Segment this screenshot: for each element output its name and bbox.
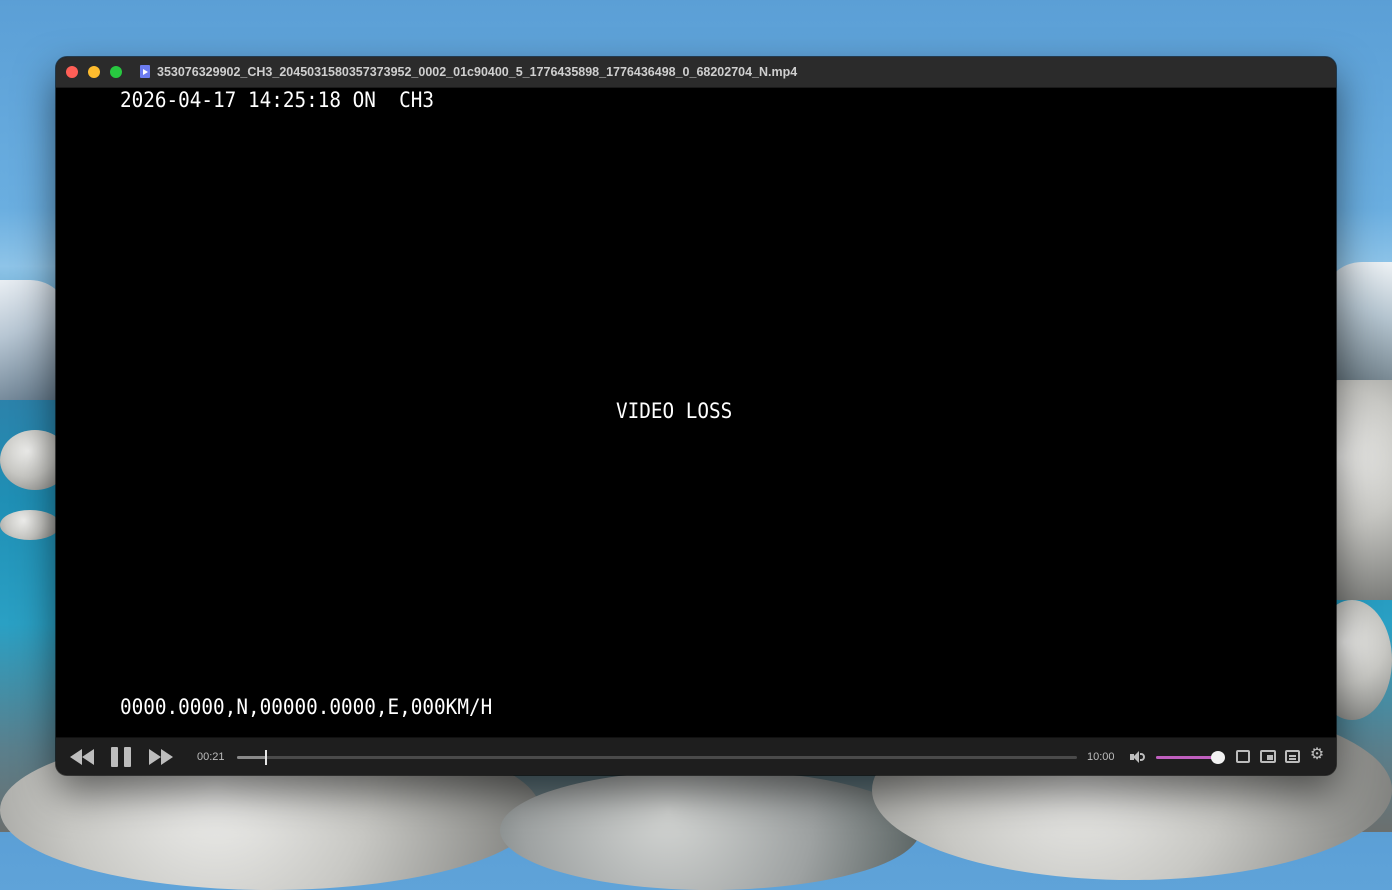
video-display[interactable]: 2026-04-17 14:25:18 ON CH3 VIDEO LOSS 00… bbox=[56, 88, 1336, 737]
video-file-icon bbox=[140, 65, 150, 78]
osd-video-loss: VIDEO LOSS bbox=[616, 399, 733, 423]
subtitles-icon[interactable] bbox=[1285, 750, 1300, 763]
close-window-button[interactable] bbox=[66, 66, 78, 78]
rewind-icon bbox=[70, 749, 82, 765]
playback-controls: 00:21 10:00 ⚙ bbox=[56, 737, 1336, 775]
title-bar[interactable]: 353076329902_CH3_2045031580357373952_000… bbox=[56, 57, 1336, 88]
fullscreen-window-button[interactable] bbox=[110, 66, 122, 78]
osd-timestamp-channel: 2026-04-17 14:25:18 ON CH3 bbox=[120, 88, 435, 112]
volume-level-fill bbox=[1156, 756, 1218, 759]
seek-bar[interactable] bbox=[237, 750, 1077, 765]
settings-gear-icon[interactable]: ⚙ bbox=[1309, 747, 1325, 763]
volume-handle[interactable] bbox=[1211, 751, 1225, 764]
window-title: 353076329902_CH3_2045031580357373952_000… bbox=[157, 65, 798, 79]
pause-button[interactable] bbox=[111, 747, 133, 767]
video-player-window: 353076329902_CH3_2045031580357373952_000… bbox=[56, 57, 1336, 775]
rewind-icon bbox=[82, 749, 94, 765]
total-duration: 10:00 bbox=[1087, 751, 1115, 763]
volume-slider[interactable] bbox=[1156, 751, 1225, 764]
fast-forward-icon bbox=[161, 749, 173, 765]
rewind-button[interactable] bbox=[70, 747, 96, 767]
volume-icon[interactable] bbox=[1130, 750, 1148, 764]
pause-icon bbox=[124, 747, 131, 767]
picture-in-picture-icon[interactable] bbox=[1260, 750, 1276, 763]
crop-icon[interactable] bbox=[1236, 750, 1250, 763]
pause-icon bbox=[111, 747, 118, 767]
fast-forward-icon bbox=[149, 749, 161, 765]
wallpaper-rock bbox=[0, 510, 60, 540]
wallpaper-rock bbox=[500, 770, 920, 890]
minimize-window-button[interactable] bbox=[88, 66, 100, 78]
osd-gps-speed: 0000.0000,N,00000.0000,E,000KM/H bbox=[120, 695, 493, 719]
current-time: 00:21 bbox=[197, 751, 225, 763]
seek-handle[interactable] bbox=[265, 750, 268, 765]
seek-progress-fill bbox=[237, 756, 267, 759]
fast-forward-button[interactable] bbox=[149, 747, 175, 767]
